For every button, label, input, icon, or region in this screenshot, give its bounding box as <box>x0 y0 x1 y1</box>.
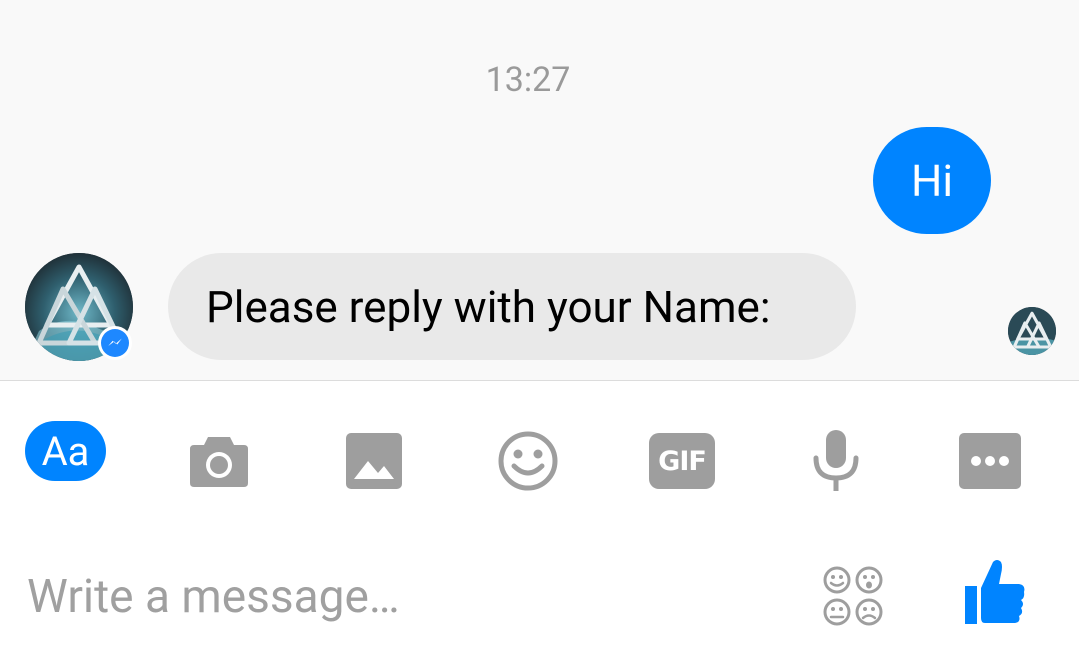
microphone-button[interactable] <box>812 421 860 501</box>
stickers-button[interactable] <box>822 565 884 627</box>
stickers-icon <box>823 566 883 626</box>
like-button[interactable] <box>963 558 1027 626</box>
composer-toolbar: Aa GIF <box>0 381 1079 521</box>
camera-icon <box>190 437 248 487</box>
seen-receipt-avatar <box>1008 307 1056 355</box>
message-composer: Write a message… <box>0 540 1079 657</box>
thumbs-up-icon <box>965 560 1025 624</box>
emoji-button[interactable] <box>497 421 559 501</box>
message-timestamp: 13:27 <box>485 60 571 100</box>
image-icon <box>346 433 402 489</box>
text-mode-button[interactable]: Aa <box>25 421 106 481</box>
messenger-badge-icon <box>98 326 132 360</box>
message-input[interactable]: Write a message… <box>27 570 400 624</box>
camera-button[interactable] <box>188 421 250 501</box>
conversation-area[interactable]: 13:27 Hi Please reply with your Name: <box>0 0 1079 381</box>
more-button[interactable] <box>959 421 1021 501</box>
incoming-message-bubble[interactable]: Please reply with your Name: <box>168 253 856 360</box>
smiley-icon <box>498 431 558 491</box>
gif-button[interactable]: GIF <box>649 421 715 501</box>
more-icon <box>959 433 1021 489</box>
gallery-button[interactable] <box>346 421 402 501</box>
gif-icon: GIF <box>649 433 715 489</box>
outgoing-message-bubble[interactable]: Hi <box>873 127 991 234</box>
gif-label: GIF <box>658 445 707 477</box>
microphone-icon <box>813 430 859 491</box>
